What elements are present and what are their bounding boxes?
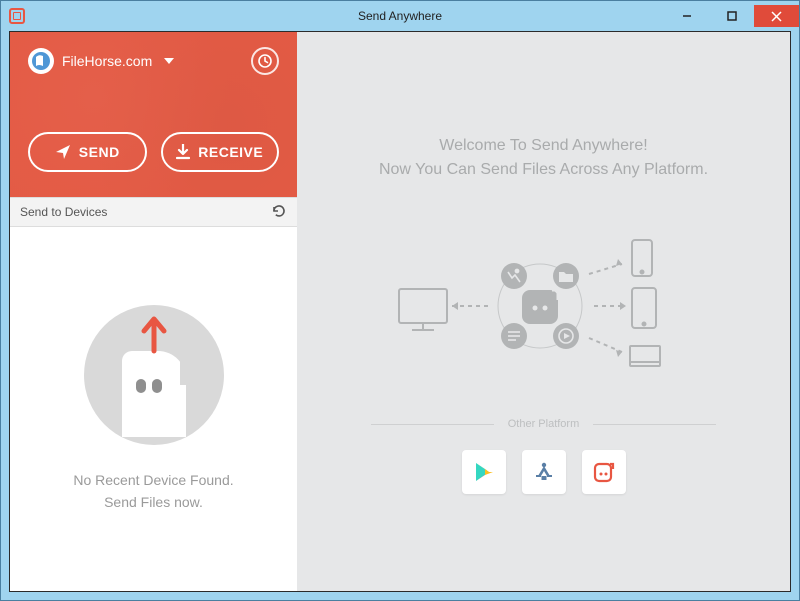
- download-icon: [176, 144, 190, 160]
- devices-section-header: Send to Devices: [10, 197, 297, 227]
- clock-icon: [258, 54, 272, 68]
- brand-name: FileHorse.com: [62, 53, 152, 69]
- send-icon: [55, 144, 71, 160]
- titlebar: Send Anywhere: [1, 1, 799, 31]
- refresh-icon: [271, 203, 287, 219]
- send-anywhere-web-button[interactable]: [582, 450, 626, 494]
- welcome-line-2: Now You Can Send Files Across Any Platfo…: [379, 158, 708, 182]
- send-button[interactable]: SEND: [28, 132, 147, 172]
- left-panel: FileHorse.com SEND: [10, 32, 297, 591]
- welcome-text: Welcome To Send Anywhere! Now You Can Se…: [379, 134, 708, 182]
- hero-top: FileHorse.com: [28, 42, 279, 80]
- upload-arrow-icon: [138, 311, 170, 355]
- other-platform-label: Other Platform: [508, 418, 580, 430]
- send-label: SEND: [79, 144, 120, 160]
- window-title: Send Anywhere: [1, 9, 799, 23]
- empty-line-2: Send Files now.: [104, 491, 203, 513]
- platform-buttons: [462, 450, 626, 494]
- refresh-button[interactable]: [271, 203, 287, 222]
- google-play-icon: [473, 461, 495, 483]
- right-panel: Welcome To Send Anywhere! Now You Can Se…: [297, 32, 790, 591]
- app-store-icon: [532, 460, 556, 484]
- empty-illustration: [84, 305, 224, 445]
- welcome-line-1: Welcome To Send Anywhere!: [379, 134, 708, 158]
- app-store-button[interactable]: [522, 450, 566, 494]
- google-play-button[interactable]: [462, 450, 506, 494]
- devices-empty-state: No Recent Device Found. Send Files now.: [10, 227, 297, 591]
- hero: FileHorse.com SEND: [10, 32, 297, 197]
- history-button[interactable]: [251, 47, 279, 75]
- receive-button[interactable]: RECEIVE: [161, 132, 280, 172]
- send-anywhere-icon: [592, 460, 616, 484]
- devices-section-label: Send to Devices: [20, 205, 107, 219]
- empty-line-1: No Recent Device Found.: [73, 469, 233, 491]
- brand-dropdown-icon[interactable]: [164, 58, 174, 64]
- other-platform-divider: Other Platform: [371, 418, 716, 430]
- brand-icon: [28, 48, 54, 74]
- sync-diagram: [394, 234, 694, 394]
- app-window: Send Anywhere: [0, 0, 800, 601]
- receive-label: RECEIVE: [198, 144, 263, 160]
- client-area: FileHorse.com SEND: [9, 31, 791, 592]
